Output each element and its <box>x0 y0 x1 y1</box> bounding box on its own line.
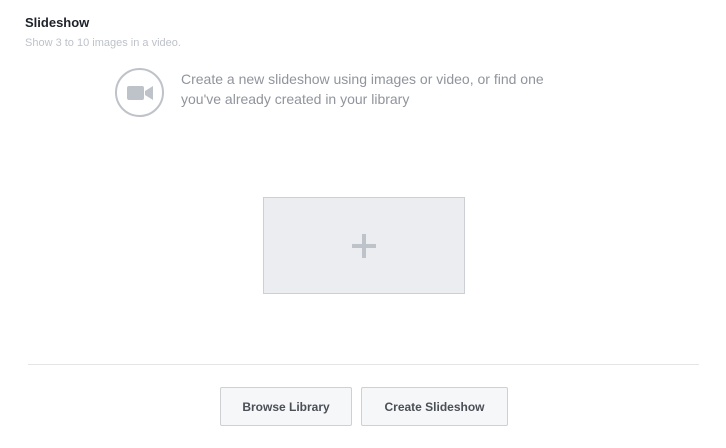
video-camera-icon-glyph <box>126 85 153 100</box>
section-title: Slideshow <box>25 15 90 30</box>
plus-icon <box>352 233 376 258</box>
intro-panel: Create a new slideshow using images or v… <box>115 68 601 117</box>
add-media-button[interactable] <box>263 197 465 294</box>
intro-line-1: Create a new slideshow using images or v… <box>181 70 544 87</box>
section-subtitle: Show 3 to 10 images in a video. <box>25 37 181 49</box>
create-slideshow-button[interactable]: Create Slideshow <box>361 387 508 426</box>
footer-divider <box>28 364 699 365</box>
video-camera-icon <box>115 68 164 117</box>
intro-line-2: you've already created in your library <box>181 90 410 107</box>
intro-description: Create a new slideshow using images or v… <box>181 69 601 109</box>
browse-library-button[interactable]: Browse Library <box>220 387 352 426</box>
